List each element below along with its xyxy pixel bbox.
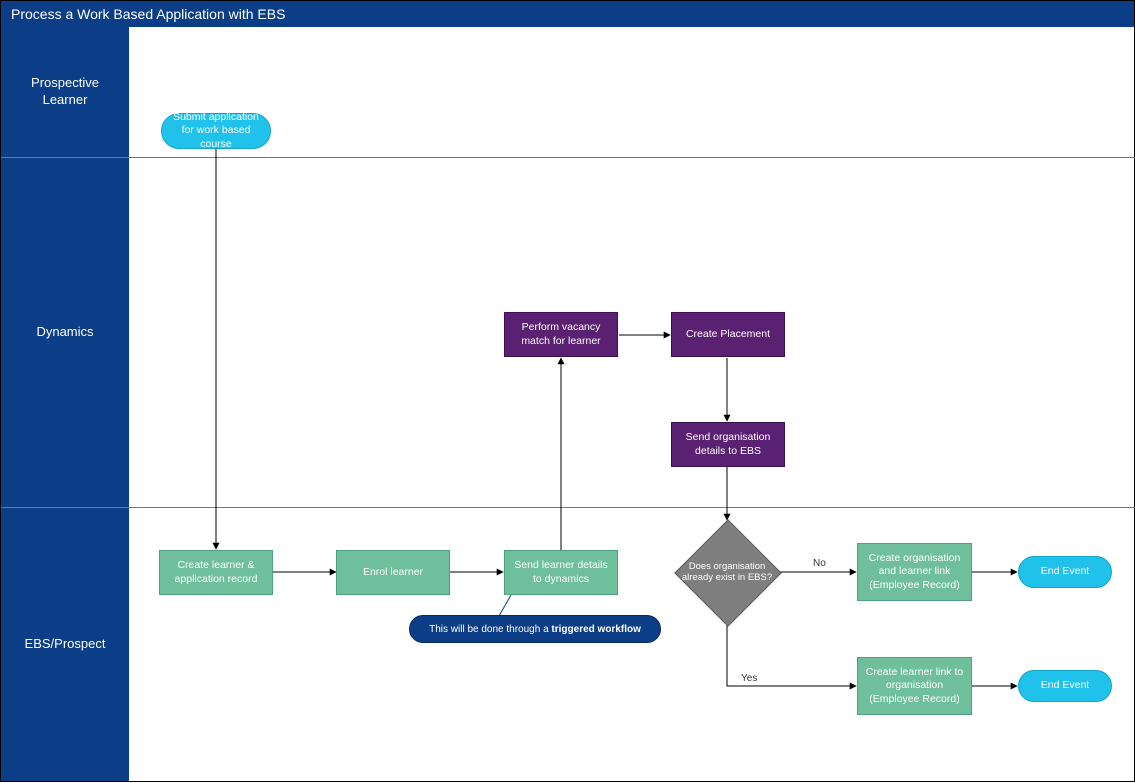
annotation-triggered-workflow: This will be done through a triggered wo… [409, 615, 661, 643]
end-event-1: End Event [1018, 556, 1112, 588]
process-vacancy-match: Perform vacancy match for learner [504, 312, 618, 357]
decision-org-exists-label: Does organisation already exist in EBS? [672, 549, 782, 595]
process-create-org-and-link: Create organisation and learner link (Em… [857, 543, 972, 601]
flowchart-canvas: Process a Work Based Application with EB… [0, 0, 1135, 782]
lane-label-column: Prospective Learner Dynamics EBS/Prospec… [1, 27, 129, 781]
lane-label-ebs-prospect: EBS/Prospect [1, 507, 129, 781]
edge-label-no: No [811, 558, 828, 569]
lane-label-dynamics: Dynamics [1, 157, 129, 507]
process-create-learner-link: Create learner link to organisation (Emp… [857, 657, 972, 715]
edge-label-yes: Yes [739, 673, 759, 684]
process-send-org-details: Send organisation details to EBS [671, 422, 785, 467]
lane-label-prospective-learner: Prospective Learner [1, 27, 129, 157]
end-event-2: End Event [1018, 670, 1112, 702]
process-create-record: Create learner & application record [159, 550, 273, 595]
process-send-learner-details: Send learner details to dynamics [504, 550, 618, 595]
lane-divider [1, 157, 1135, 158]
diagram-title: Process a Work Based Application with EB… [1, 1, 1134, 27]
process-create-placement: Create Placement [671, 312, 785, 357]
annotation-text: This will be done through a triggered wo… [429, 623, 641, 636]
process-enrol-learner: Enrol learner [336, 550, 450, 595]
lane-divider [1, 507, 1135, 508]
start-event: Submit application for work based course [161, 113, 271, 149]
